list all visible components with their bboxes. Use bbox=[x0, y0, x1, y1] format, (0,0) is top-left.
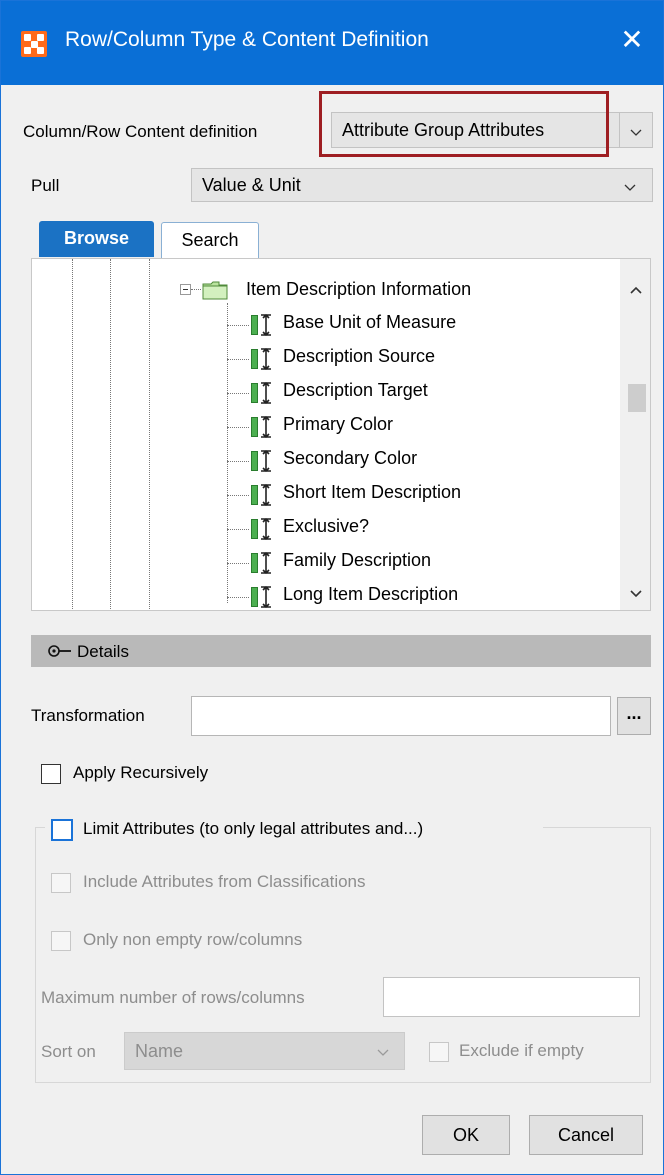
attribute-icon bbox=[251, 518, 273, 540]
limit-attributes-label: Limit Attributes (to only legal attribut… bbox=[83, 819, 424, 838]
title-bar: Row/Column Type & Content Definition ✕ bbox=[1, 1, 663, 85]
tree-item-label: Exclusive? bbox=[283, 516, 370, 536]
window-title: Row/Column Type & Content Definition bbox=[65, 28, 429, 51]
collapse-icon[interactable] bbox=[180, 284, 191, 295]
tab-browse[interactable]: Browse bbox=[39, 221, 154, 257]
sort-on-value: Name bbox=[135, 1041, 184, 1061]
apply-recursively-label: Apply Recursively bbox=[73, 763, 209, 782]
content-definition-label: Column/Row Content definition bbox=[23, 122, 258, 141]
tree-item-label: Primary Color bbox=[283, 414, 394, 434]
tree-item-label: Long Item Description bbox=[283, 584, 459, 604]
tree-item-label: Secondary Color bbox=[283, 448, 418, 468]
attribute-tree: Item Description Information Base Unit o… bbox=[31, 258, 651, 611]
sort-on-select[interactable]: Name bbox=[124, 1032, 405, 1070]
limit-attributes-checkbox[interactable] bbox=[51, 819, 73, 841]
chevron-down-icon bbox=[377, 1049, 389, 1056]
attribute-icon bbox=[251, 382, 273, 404]
cancel-button[interactable]: Cancel bbox=[529, 1115, 643, 1155]
attribute-icon bbox=[251, 348, 273, 370]
attribute-icon bbox=[251, 314, 273, 336]
scroll-down-icon[interactable] bbox=[630, 589, 642, 599]
limit-attributes-legend: Limit Attributes (to only legal attribut… bbox=[45, 815, 543, 843]
expand-details-icon[interactable] bbox=[47, 643, 75, 659]
attribute-icon bbox=[251, 450, 273, 472]
tree-item-label: Base Unit of Measure bbox=[283, 312, 457, 332]
attribute-icon bbox=[251, 416, 273, 438]
attribute-icon bbox=[251, 552, 273, 574]
sort-on-label: Sort on bbox=[41, 1042, 96, 1061]
dialog-window: Row/Column Type & Content Definition ✕ C… bbox=[0, 0, 664, 1175]
scroll-thumb[interactable] bbox=[628, 384, 646, 412]
scroll-up-icon[interactable] bbox=[630, 285, 642, 295]
details-label: Details bbox=[77, 642, 129, 661]
only-non-empty-checkbox[interactable] bbox=[51, 931, 71, 951]
tab-search[interactable]: Search bbox=[161, 222, 259, 258]
include-classifications-checkbox[interactable] bbox=[51, 873, 71, 893]
chevron-down-icon bbox=[630, 129, 642, 136]
tree-item-label: Description Target bbox=[283, 380, 428, 400]
tree-item-label: Description Source bbox=[283, 346, 436, 366]
ok-button[interactable]: OK bbox=[422, 1115, 510, 1155]
attribute-icon bbox=[251, 484, 273, 506]
tree-item-label: Family Description bbox=[283, 550, 432, 570]
attribute-icon bbox=[251, 586, 273, 608]
pull-label: Pull bbox=[31, 176, 60, 195]
chevron-down-icon bbox=[624, 184, 636, 191]
tree-item-label: Short Item Description bbox=[283, 482, 462, 502]
app-icon bbox=[21, 31, 47, 57]
exclude-if-empty-label: Exclude if empty bbox=[459, 1041, 584, 1060]
max-rows-label: Maximum number of rows/columns bbox=[41, 988, 305, 1007]
highlight-box bbox=[319, 91, 609, 157]
pull-select[interactable]: Value & Unit bbox=[191, 168, 653, 202]
transformation-input[interactable] bbox=[191, 696, 611, 736]
transformation-label: Transformation bbox=[31, 706, 145, 725]
apply-recursively-checkbox[interactable] bbox=[41, 764, 61, 784]
pull-value: Value & Unit bbox=[202, 175, 301, 195]
tree-group-label: Item Description Information bbox=[246, 279, 472, 299]
include-classifications-label: Include Attributes from Classifications bbox=[83, 872, 366, 891]
exclude-if-empty-checkbox[interactable] bbox=[429, 1042, 449, 1062]
only-non-empty-label: Only non empty row/columns bbox=[83, 930, 303, 949]
max-rows-input[interactable] bbox=[383, 977, 640, 1017]
folder-icon bbox=[202, 281, 228, 300]
close-icon[interactable]: ✕ bbox=[615, 23, 649, 57]
transformation-browse-button[interactable]: ... bbox=[617, 697, 651, 735]
tree-scrollbar[interactable] bbox=[620, 259, 650, 610]
